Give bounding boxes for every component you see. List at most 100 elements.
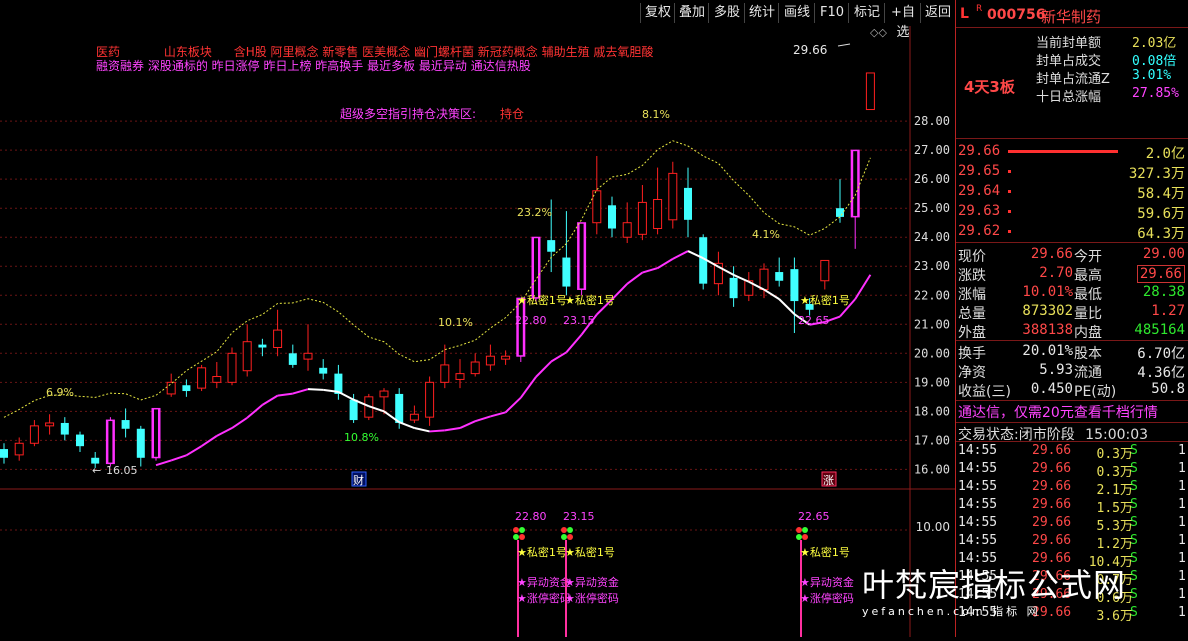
candle-body (14, 442, 24, 456)
pct-label: 8.1% (642, 108, 670, 121)
concept-tags-line2[interactable]: 融资融券 深股通标的 昨日涨停 昨日上榜 昨高换手 最近多板 最近异动 通达信热… (96, 57, 531, 74)
toolbar-button-2[interactable]: 多股 (708, 3, 745, 23)
marker-fin: 财 (353, 473, 364, 487)
candle-body (121, 420, 130, 429)
diamond-icon[interactable]: ◇◇ (870, 26, 887, 39)
candle-body (212, 376, 222, 383)
stat-value: 50.8 (1151, 381, 1185, 397)
upgrade-ad-link[interactable]: 通达信，仅需20元查看千档行情 (958, 402, 1158, 422)
bid-price[interactable]: 29.66 (958, 143, 1000, 159)
bid-volume-bar (1008, 210, 1011, 213)
bid-price[interactable]: 29.65 (958, 163, 1000, 179)
bid-volume-bar (1008, 150, 1118, 153)
lower-band-segment (490, 411, 506, 418)
tick-time: 14:55 (958, 443, 998, 458)
lower-band-segment (778, 298, 796, 315)
stat-value: 5.93 (1039, 362, 1073, 378)
tick-vol: 3.6万 (1096, 609, 1133, 624)
bid-price[interactable]: 29.63 (958, 203, 1000, 219)
tick-n: 1 (1178, 461, 1186, 476)
price-tick: 23.00 (914, 259, 950, 273)
lower-band-segment (337, 390, 355, 401)
tick-vol: 1.5万 (1096, 501, 1133, 516)
tick-row: 14:55 29.66 0.3万 S 1 (956, 443, 1188, 462)
tick-row: 14:55 29.66 2.1万 S 1 (956, 479, 1188, 498)
chart-toolbar: 复权 叠加 多股 统计 画线 F10 标记 +自选 返回 (0, 0, 955, 40)
candle-body (409, 413, 419, 421)
watermark-url: yefanchen.com 指标 网 (862, 605, 1041, 618)
quote-label: 现价 (958, 249, 986, 265)
candle-body (29, 425, 39, 444)
candle-body (45, 422, 55, 427)
quote-label: 外盘 (958, 325, 986, 341)
price-tick: 16.00 (914, 462, 950, 476)
candle-body (258, 344, 267, 348)
candle-body (288, 353, 297, 365)
quote-label: 内盘 (1074, 325, 1102, 341)
kline-chart-svg[interactable]: 28.00 27.00 26.00 25.00 24.00 23.00 22.00 21.00… (0, 26, 955, 637)
quote-label: 涨跌 (958, 268, 986, 284)
lower-band-segment (429, 429, 445, 433)
lower-band-segment (474, 415, 491, 423)
toolbar-button-5[interactable]: F10 (814, 3, 849, 23)
lower-band-segment (642, 267, 658, 274)
bid-volume: 58.4万 (1137, 186, 1185, 202)
stat-value: 20.01% (1022, 343, 1073, 359)
lower-band-segment (550, 351, 567, 363)
lower-signal-2: ★涨停密码 (800, 591, 854, 605)
bid-price[interactable]: 29.64 (958, 183, 1000, 199)
lower-band-segment (504, 396, 522, 414)
tick-n: 1 (1178, 587, 1186, 602)
toolbar-button-4[interactable]: 画线 (778, 3, 815, 23)
quote-label: 最低 (1074, 287, 1102, 303)
toolbar-button-0[interactable]: 复权 (640, 3, 675, 23)
signal-dot-icon (796, 527, 802, 533)
kline-chart[interactable]: 28.00 27.00 26.00 25.00 24.00 23.00 22.00 21.00… (0, 26, 955, 637)
lower-signal-price: 22.80 (515, 510, 547, 523)
board-status: 4天3板 (964, 78, 1015, 96)
last-price-label: 29.66 (793, 43, 828, 57)
price-tick: 21.00 (914, 317, 950, 331)
quote-value: 485164 (1134, 322, 1185, 338)
stat-value: 0.450 (1030, 381, 1073, 397)
r-badge: R (976, 4, 983, 14)
candle-body (395, 393, 404, 423)
tick-row: 14:55 29.66 0.3万 S 1 (956, 461, 1188, 480)
candle-body-inner (579, 223, 584, 289)
lower-band-segment (155, 459, 172, 467)
signal-dot-icon (567, 527, 573, 533)
candle-body (273, 329, 283, 349)
lower-band-segment (261, 394, 279, 406)
stat-label: 净资 (958, 365, 986, 381)
price-tick: 25.00 (914, 201, 950, 215)
stat-value: 4.36亿 (1137, 365, 1185, 381)
candle-body (60, 422, 69, 435)
tick-n: 1 (1178, 533, 1186, 548)
signal-price: 23.15 (563, 314, 595, 327)
candle-body (865, 72, 875, 111)
pct-label: 6.9% (46, 386, 74, 399)
toolbar-button-1[interactable]: 叠加 (674, 3, 709, 23)
candle-body (637, 201, 647, 235)
bid-price[interactable]: 29.62 (958, 223, 1000, 239)
tick-vol: 0.3万 (1096, 465, 1133, 480)
candle-body (668, 172, 678, 221)
stat-label: 流通 (1074, 365, 1102, 381)
candle-body (547, 240, 556, 252)
marker-up: 涨 (823, 474, 834, 487)
seal-label: 当前封单额 (1036, 36, 1102, 51)
lower-signal-1: ★异动资金 (517, 575, 571, 589)
toolbar-button-6[interactable]: 标记 (848, 3, 885, 23)
quote-value: 10.01% (1022, 284, 1073, 300)
tick-n: 1 (1178, 605, 1186, 620)
signal-dot-icon (519, 534, 525, 540)
lower-band-segment (292, 388, 309, 395)
price-tick: 28.00 (914, 114, 950, 128)
toolbar-button-3[interactable]: 统计 (744, 3, 779, 23)
toolbar-button-7[interactable]: +自选 (884, 3, 921, 40)
signal-dot-icon (513, 527, 519, 533)
candle-body (562, 257, 571, 287)
stat-label: PE(动) (1074, 384, 1117, 400)
toolbar-button-8[interactable]: 返回 (920, 3, 955, 23)
stat-label: 换手 (958, 346, 986, 362)
